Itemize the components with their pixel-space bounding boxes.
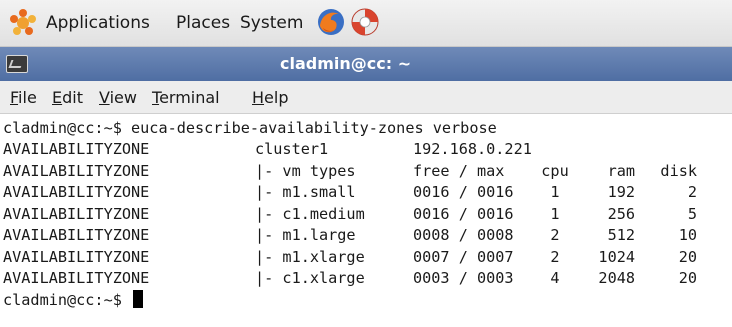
az-cell: AVAILABILITYZONE bbox=[3, 205, 150, 223]
disk-cell: 2 bbox=[687, 183, 697, 201]
menu-file-label: ile bbox=[18, 88, 37, 107]
prompt-wrap: cladmin@cc:~$ bbox=[3, 290, 144, 311]
prompt-text: cladmin@cc:~$ bbox=[3, 291, 132, 309]
output-row: AVAILABILITYZONE |- m1.small 0016 / 0016… bbox=[0, 182, 697, 203]
free-max-cell: 0016 / 0016 bbox=[413, 205, 514, 223]
command-line: cladmin@cc:~$ euca-describe-availability… bbox=[0, 118, 497, 139]
az-cell: AVAILABILITYZONE bbox=[3, 183, 150, 201]
menu-help-label: elp bbox=[264, 88, 289, 107]
output-row: AVAILABILITYZONE |- m1.large 0008 / 0008… bbox=[0, 225, 697, 246]
firefox-icon[interactable] bbox=[315, 6, 347, 38]
help-lifebuoy-icon[interactable] bbox=[349, 6, 381, 38]
az-cell: AVAILABILITYZONE bbox=[3, 226, 150, 244]
menu-help-mnemonic: H bbox=[252, 88, 265, 107]
az-cell: AVAILABILITYZONE bbox=[3, 162, 150, 180]
disk-cell: 10 bbox=[678, 226, 697, 244]
disk-cell: 20 bbox=[678, 248, 697, 266]
output-row: AVAILABILITYZONE |- vm types free / max … bbox=[0, 161, 697, 182]
free-max-cell: 192.168.0.221 bbox=[413, 140, 532, 158]
name-cell: |- c1.medium bbox=[255, 205, 365, 223]
ram-cell: 512 bbox=[607, 226, 635, 244]
menu-view[interactable]: View bbox=[99, 81, 137, 114]
free-max-cell: 0016 / 0016 bbox=[413, 183, 514, 201]
output-row: AVAILABILITYZONE |- c1.xlarge 0003 / 000… bbox=[0, 268, 697, 289]
places-menu[interactable]: Places bbox=[176, 8, 230, 38]
name-cell: |- m1.xlarge bbox=[255, 248, 365, 266]
ram-cell: 2048 bbox=[598, 269, 635, 287]
free-max-cell: free / max bbox=[413, 162, 505, 180]
disk-cell: 5 bbox=[687, 205, 697, 223]
terminal-output[interactable]: cladmin@cc:~$ euca-describe-availability… bbox=[0, 114, 732, 327]
output-row: AVAILABILITYZONE cluster1 192.168.0.221 bbox=[0, 139, 532, 160]
menu-terminal[interactable]: Terminal bbox=[152, 81, 220, 114]
menu-edit-mnemonic: E bbox=[52, 88, 63, 107]
system-menu[interactable]: System bbox=[240, 8, 303, 38]
free-max-cell: 0008 / 0008 bbox=[413, 226, 514, 244]
menu-view-label: iew bbox=[109, 88, 137, 107]
window-title-bar[interactable]: cladmin@cc: ~ bbox=[0, 47, 732, 81]
disk-cell: disk bbox=[660, 162, 697, 180]
free-max-cell: 0007 / 0007 bbox=[413, 248, 514, 266]
cpu-cell: 2 bbox=[550, 248, 560, 266]
menu-view-mnemonic: V bbox=[99, 88, 110, 107]
applications-menu[interactable]: Applications bbox=[46, 8, 150, 38]
cpu-cell: 2 bbox=[550, 226, 560, 244]
output-row: AVAILABILITYZONE |- m1.xlarge 0007 / 000… bbox=[0, 247, 697, 268]
menu-file-mnemonic: F bbox=[10, 88, 19, 107]
text-cursor bbox=[133, 290, 144, 308]
az-cell: AVAILABILITYZONE bbox=[3, 248, 150, 266]
name-cell: |- c1.xlarge bbox=[255, 269, 365, 287]
cpu-cell: 4 bbox=[550, 269, 560, 287]
ram-cell: 1024 bbox=[598, 248, 635, 266]
menu-edit[interactable]: Edit bbox=[52, 81, 83, 114]
cpu-cell: 1 bbox=[550, 183, 560, 201]
menu-help[interactable]: Help bbox=[252, 81, 288, 114]
menu-terminal-mnemonic: T bbox=[152, 88, 160, 107]
name-cell: |- m1.small bbox=[255, 183, 356, 201]
top-panel: Applications Places System bbox=[0, 0, 732, 47]
prompt-line[interactable]: cladmin@cc:~$ bbox=[0, 290, 144, 311]
ram-cell: ram bbox=[607, 162, 635, 180]
az-cell: AVAILABILITYZONE bbox=[3, 140, 150, 158]
applications-icon[interactable] bbox=[8, 8, 38, 38]
menu-file[interactable]: File bbox=[10, 81, 37, 114]
az-cell: AVAILABILITYZONE bbox=[3, 269, 150, 287]
ram-cell: 192 bbox=[607, 183, 635, 201]
menu-bar: File Edit View Terminal Help bbox=[0, 81, 732, 114]
output-row: AVAILABILITYZONE |- c1.medium 0016 / 001… bbox=[0, 204, 697, 225]
free-max-cell: 0003 / 0003 bbox=[413, 269, 514, 287]
name-cell: cluster1 bbox=[255, 140, 329, 158]
ram-cell: 256 bbox=[607, 205, 635, 223]
menu-edit-label: dit bbox=[62, 88, 83, 107]
disk-cell: 20 bbox=[678, 269, 697, 287]
menu-terminal-label: erminal bbox=[159, 88, 220, 107]
cpu-cell: 1 bbox=[550, 205, 560, 223]
command-text: cladmin@cc:~$ euca-describe-availability… bbox=[3, 119, 497, 137]
cpu-cell: cpu bbox=[541, 162, 569, 180]
name-cell: |- vm types bbox=[255, 162, 356, 180]
window-title: cladmin@cc: ~ bbox=[280, 54, 412, 73]
name-cell: |- m1.large bbox=[255, 226, 356, 244]
